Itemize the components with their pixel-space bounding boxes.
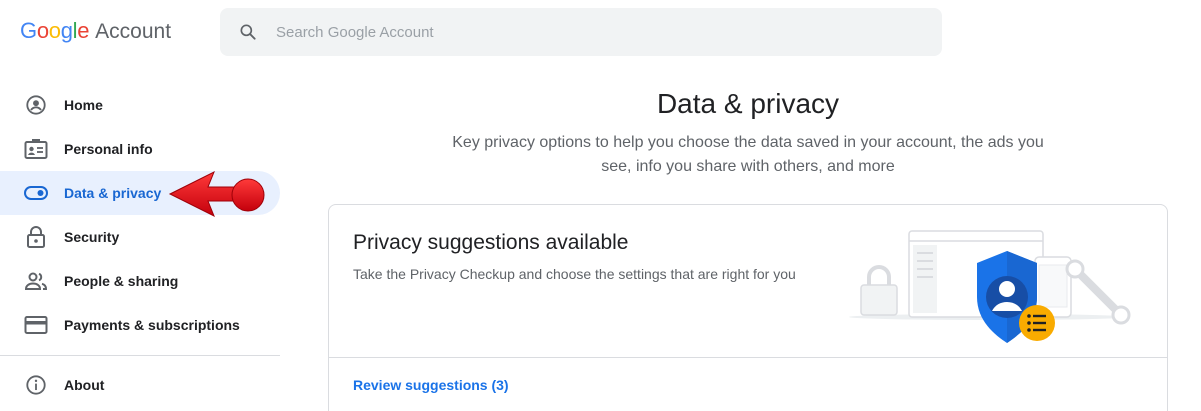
search-input[interactable] xyxy=(276,23,876,41)
nav-about-section: About xyxy=(0,363,280,407)
nav-divider xyxy=(0,355,280,356)
card-description: Take the Privacy Checkup and choose the … xyxy=(353,266,796,282)
google-wordmark: Google xyxy=(20,18,90,43)
nav-label: People & sharing xyxy=(64,273,179,289)
review-suggestions-link[interactable]: Review suggestions (3) xyxy=(353,377,509,393)
nav-item-personal-info[interactable]: Personal info xyxy=(0,127,280,171)
nav-item-payments-subscriptions[interactable]: Payments & subscriptions xyxy=(0,303,280,347)
nav-label: Personal info xyxy=(64,141,153,157)
privacy-checkup-illustration xyxy=(849,230,1131,343)
people-icon xyxy=(24,269,48,293)
info-icon xyxy=(24,373,48,397)
nav-item-security[interactable]: Security xyxy=(0,215,280,259)
wrench-illustration-icon xyxy=(1065,259,1131,325)
red-arrow-annotation xyxy=(168,170,265,218)
search-icon[interactable] xyxy=(238,22,258,42)
privacy-suggestions-card: Privacy suggestions available Take the P… xyxy=(328,204,1168,411)
nav-item-about[interactable]: About xyxy=(0,363,280,407)
nav-label: About xyxy=(64,377,105,393)
credit-card-icon xyxy=(24,313,48,337)
google-account-logo[interactable]: Google Account xyxy=(20,18,171,44)
padlock-illustration-icon xyxy=(860,265,898,316)
card-title: Privacy suggestions available xyxy=(353,231,629,254)
nav-label: Payments & subscriptions xyxy=(64,317,240,333)
nav-item-people-sharing[interactable]: People & sharing xyxy=(0,259,280,303)
search-bar[interactable] xyxy=(220,8,942,56)
nav-label: Security xyxy=(64,229,120,245)
nav-label: Data & privacy xyxy=(64,185,162,201)
nav-label: Home xyxy=(64,97,103,113)
nav-item-home[interactable]: Home xyxy=(0,83,280,127)
card-divider xyxy=(329,357,1167,358)
lock-icon xyxy=(24,225,48,249)
account-circle-icon xyxy=(24,93,48,117)
page-subtitle: Key privacy options to help you choose t… xyxy=(452,134,1044,175)
list-badge-icon xyxy=(1019,305,1055,341)
logo-account-text: Account xyxy=(95,20,172,43)
id-card-icon xyxy=(24,137,48,161)
page-title: Data & privacy xyxy=(656,88,840,119)
toggle-icon xyxy=(24,181,48,205)
